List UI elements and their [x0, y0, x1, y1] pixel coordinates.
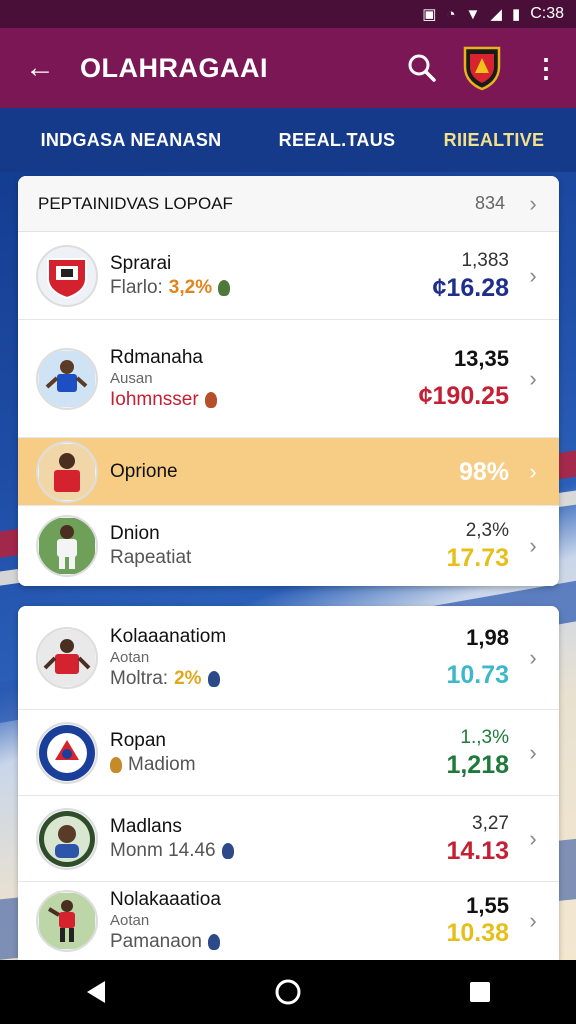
list-item[interactable]: Sprarai Flarlo: 3,2% 1,383 ¢16.28 ›	[18, 232, 559, 320]
item-sub: Madiom	[128, 753, 196, 775]
badge-icon	[218, 279, 231, 296]
item-price: 10.38	[446, 919, 509, 947]
status-bar: ▣ ◔ ▼ ◢ ▮ C:38	[0, 0, 576, 28]
alarm-icon: ◔	[446, 5, 456, 23]
item-name: Kolaaanatiom	[110, 625, 227, 647]
chevron-right-icon: ›	[529, 825, 537, 851]
chevron-right-icon: ›	[529, 644, 537, 670]
home-circle-icon[interactable]	[258, 978, 318, 1006]
player-portrait-icon	[36, 807, 98, 870]
item-sub: Ausan	[110, 369, 153, 387]
item-sub: Rapeatiat	[110, 547, 192, 568]
item-price: 1,218	[446, 750, 509, 779]
tab-1[interactable]: INDGASA NEANASN	[0, 130, 262, 151]
list-item[interactable]: Dnion Rapeatiat 2,3% 17.73 ›	[18, 506, 559, 586]
item-name: Madlans	[110, 815, 182, 837]
app-bar: ← OLAHRAGAAI ⋮	[0, 28, 576, 108]
item-sub2: Moltra:	[110, 667, 169, 689]
chevron-right-icon: ›	[529, 190, 537, 216]
item-sub: Monm 14.46	[110, 839, 216, 861]
tab-bar: INDGASA NEANASN REEAL.TAUS RIIEALTIVE	[0, 108, 576, 172]
item-percent: 98%	[458, 457, 509, 486]
vibrate-icon: ▣	[422, 6, 437, 23]
system-navigation-bar	[0, 960, 576, 1024]
card-count: 834	[474, 193, 505, 213]
tab-3[interactable]: RIIEALTIVE	[412, 130, 576, 151]
chevron-right-icon: ›	[529, 458, 537, 484]
list-item[interactable]: Kolaaanatiom Aotan Moltra: 2% 1,98 10.73…	[18, 606, 559, 710]
player-white-icon	[36, 515, 98, 577]
item-price: 10.73	[446, 660, 509, 689]
more-options-icon[interactable]: ⋮	[516, 53, 576, 84]
chevron-right-icon: ›	[529, 262, 537, 288]
badge-icon	[207, 670, 220, 687]
tab-2[interactable]: REEAL.TAUS	[262, 130, 412, 151]
item-name: Oprione	[110, 460, 178, 482]
item-percent: 2%	[174, 667, 202, 689]
item-value: 1,98	[466, 624, 509, 650]
player-red-icon	[36, 440, 98, 503]
ranking-card: PEPTAINIDVAS LOPOAF 834 › Sprarai Flarlo…	[18, 176, 559, 586]
wifi-icon: ▼	[465, 5, 481, 23]
page-title: OLAHRAGAAI	[80, 52, 268, 83]
item-name: Rdmanaha	[110, 346, 203, 368]
item-value: 13,35	[453, 345, 509, 371]
status-time: C:38	[530, 5, 564, 22]
battery-icon: ▮	[511, 6, 521, 23]
list-item-selected[interactable]: Oprione 98% ›	[18, 438, 559, 506]
search-icon[interactable]	[396, 53, 448, 83]
item-name: Sprarai	[110, 252, 172, 274]
recents-square-icon[interactable]	[450, 980, 510, 1004]
badge-icon	[204, 391, 217, 408]
list-item[interactable]: Rdmanaha Ausan Iohmnsser 13,35 ¢190.25 ›	[18, 320, 559, 438]
list-item[interactable]: Ropan Madiom 1.,3% 1,218 ›	[18, 710, 559, 796]
item-value: 3,27	[472, 812, 509, 834]
list-item[interactable]: Nolakaaatioa Aotan Pamanaon 1,55 10.38 ›	[18, 882, 559, 960]
card-header[interactable]: PEPTAINIDVAS LOPOAF 834 ›	[18, 176, 559, 232]
badge-icon	[110, 756, 122, 773]
player-list-card: Kolaaanatiom Aotan Moltra: 2% 1,98 10.73…	[18, 606, 559, 960]
player-red2-icon	[36, 626, 98, 689]
list-item[interactable]: Madlans Monm 14.46 3,27 14.13 ›	[18, 796, 559, 882]
item-name: Nolakaaatioa	[110, 889, 221, 910]
card-title: PEPTAINIDVAS LOPOAF	[38, 193, 233, 213]
item-sub: Flarlo:	[110, 276, 163, 298]
item-name: Dnion	[110, 523, 160, 544]
chevron-right-icon: ›	[529, 365, 537, 391]
player-blue-icon	[36, 347, 98, 410]
club-crest-icon	[36, 244, 98, 307]
item-percent: 3,2%	[168, 276, 213, 298]
item-price: 17.73	[446, 544, 509, 572]
badge-icon	[221, 842, 234, 859]
item-sub2: Iohmnsser	[110, 388, 199, 410]
item-price: ¢16.28	[432, 273, 509, 302]
item-value: 2,3%	[465, 520, 509, 541]
badge-icon	[207, 934, 220, 950]
chevron-right-icon: ›	[529, 739, 537, 765]
club-logo-icon[interactable]	[448, 45, 516, 91]
item-name: Ropan	[110, 729, 166, 751]
item-sub2: Pamanaon	[110, 931, 202, 952]
item-value: 1,55	[466, 893, 509, 918]
item-sub: Aotan	[110, 912, 150, 929]
item-value: 1,383	[461, 249, 509, 271]
item-sub: Aotan	[110, 648, 150, 666]
item-value: 1.,3%	[460, 726, 509, 748]
item-price: ¢190.25	[418, 381, 509, 410]
chevron-right-icon: ›	[529, 908, 537, 933]
chevron-right-icon: ›	[529, 533, 537, 558]
item-price: 14.13	[446, 836, 509, 865]
club-blue-crest-icon	[36, 721, 98, 784]
back-triangle-icon[interactable]	[66, 979, 126, 1005]
signal-icon: ◢	[490, 6, 502, 23]
player-red3-icon	[36, 890, 98, 952]
back-arrow-icon[interactable]: ←	[0, 51, 80, 85]
